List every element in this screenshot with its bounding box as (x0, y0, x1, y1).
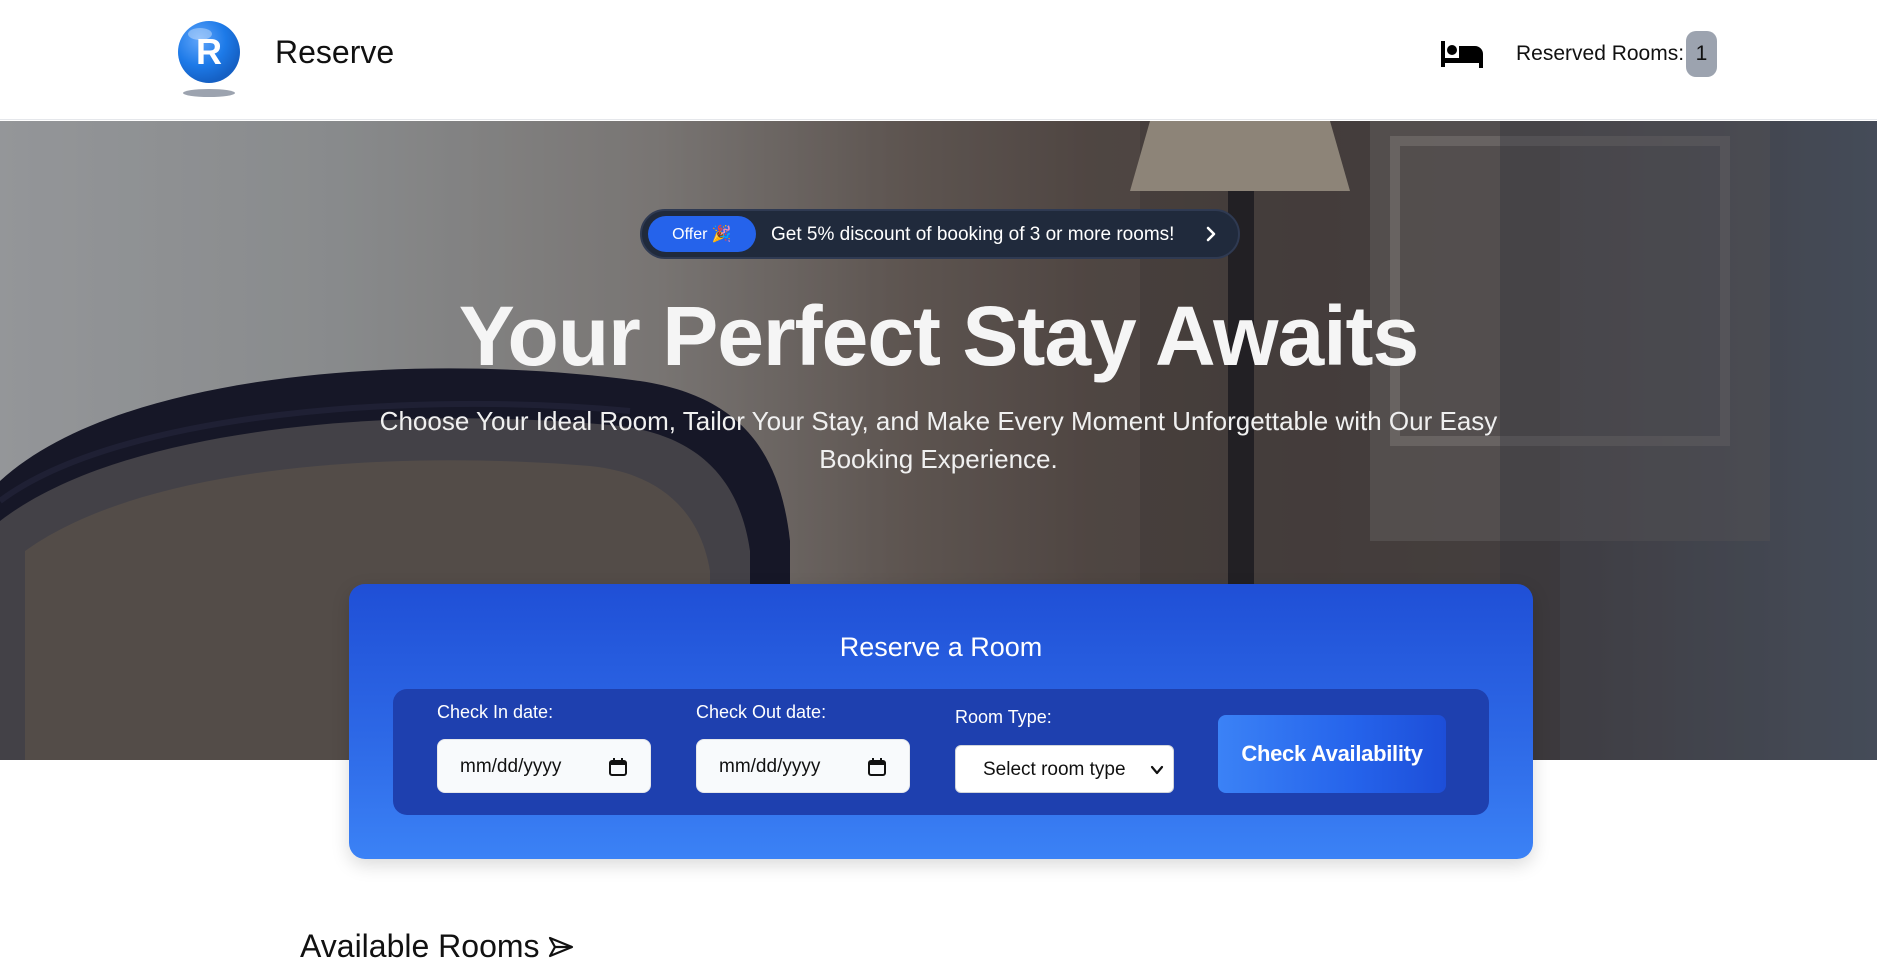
calendar-icon[interactable] (867, 757, 887, 777)
offer-banner[interactable]: Offer 🎉 Get 5% discount of booking of 3 … (640, 209, 1240, 259)
reserved-rooms-label: Reserved Rooms: (1516, 42, 1685, 65)
paper-plane-icon (548, 936, 573, 957)
checkin-date-input[interactable]: mm/dd/yyyy (437, 739, 651, 793)
offer-badge: Offer 🎉 (648, 216, 756, 252)
bed-icon (1441, 41, 1483, 68)
brand-name[interactable]: Reserve (275, 34, 394, 71)
available-rooms-heading: Available Rooms (300, 928, 574, 960)
calendar-icon[interactable] (608, 757, 628, 777)
checkin-placeholder: mm/dd/yyyy (460, 756, 562, 777)
chevron-down-icon (1150, 765, 1164, 775)
reserve-room-title: Reserve a Room (839, 632, 1043, 662)
available-rooms-title: Available Rooms (300, 928, 540, 960)
reserve-room-card: Reserve a Room Check In date: mm/dd/yyyy… (349, 584, 1533, 859)
hero-title: Your Perfect Stay Awaits (458, 289, 1419, 383)
checkout-label: Check Out date: (696, 702, 827, 722)
top-navbar: R Reserve Reserved Rooms: 1 (0, 0, 1877, 120)
room-type-select[interactable]: Select room type (955, 745, 1174, 793)
chevron-right-icon (1206, 226, 1216, 242)
reservation-form: Check In date: mm/dd/yyyy Check Out date… (393, 689, 1489, 815)
room-type-label: Room Type: (955, 707, 1052, 727)
checkout-placeholder: mm/dd/yyyy (719, 756, 821, 777)
checkout-date-input[interactable]: mm/dd/yyyy (696, 739, 910, 793)
offer-text: Get 5% discount of booking of 3 or more … (771, 224, 1175, 245)
hero-subtitle: Choose Your Ideal Room, Tailor Your Stay… (379, 406, 1498, 474)
check-availability-button[interactable]: Check Availability (1218, 715, 1446, 793)
brand-logo-icon[interactable]: R (176, 20, 242, 100)
reserved-rooms-count-badge[interactable]: 1 (1686, 31, 1717, 77)
room-type-value: Select room type (983, 759, 1126, 780)
svg-text:R: R (196, 31, 222, 72)
checkin-label: Check In date: (437, 702, 554, 722)
